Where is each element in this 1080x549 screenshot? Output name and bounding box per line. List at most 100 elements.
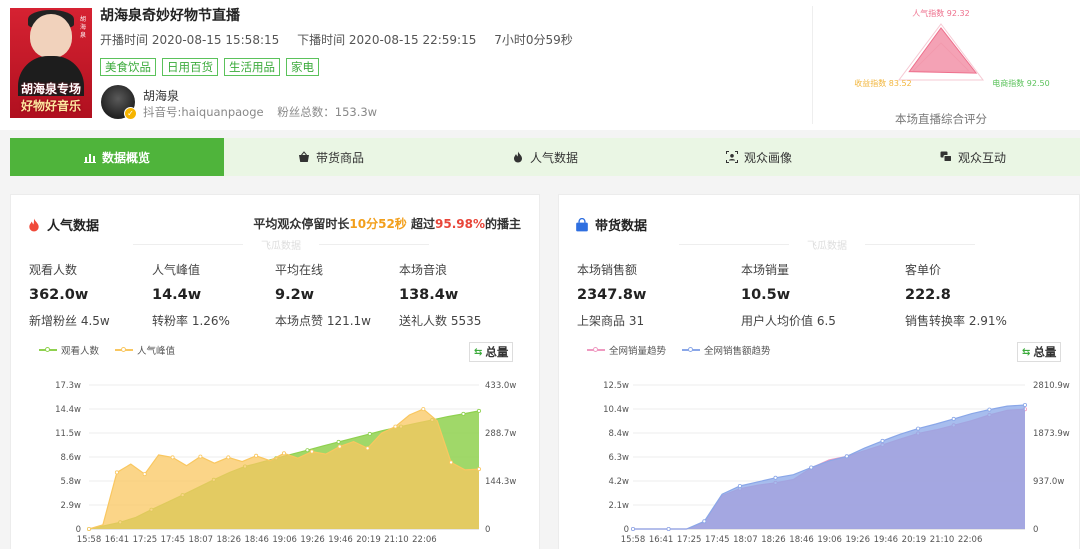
x-tick-label: 21:10: [384, 535, 409, 545]
y-tick-label-right: 288.7w: [485, 429, 516, 439]
category-tag[interactable]: 家电: [286, 58, 319, 76]
x-tick-label: 19:26: [300, 535, 325, 545]
live-cover-image[interactable]: 胡海泉 胡海泉专场 好物好音乐: [10, 8, 92, 118]
x-tick-label: 17:45: [705, 535, 730, 545]
start-time: 开播时间 2020-08-15 15:58:15: [100, 33, 280, 47]
tab-data-overview[interactable]: 数据概览: [10, 138, 224, 176]
metric-label: 人气峰值: [152, 263, 201, 277]
y-tick-label-left: 2.1w: [609, 501, 630, 511]
category-tag[interactable]: 生活用品: [224, 58, 280, 76]
metric-label: 平均在线: [275, 263, 324, 277]
metric-unit-price: 客单价 222.8 销售转换率 2.91%: [905, 261, 1029, 329]
total-button[interactable]: ⇆ 总量: [1017, 342, 1062, 362]
y-tick-label-left: 5.8w: [61, 477, 82, 487]
x-tick-label: 18:46: [789, 535, 814, 545]
data-point: [305, 448, 310, 453]
y-tick-label-right: 0: [1033, 525, 1038, 535]
data-point: [476, 467, 481, 472]
x-tick-label: 20:19: [356, 535, 381, 545]
tab-label: 观众画像: [743, 150, 792, 165]
y-tick-label-left: 8.4w: [609, 429, 630, 439]
data-point: [337, 444, 342, 449]
popularity-card: 人气数据 平均观众停留时长10分52秒 超过95.98%的播主 飞瓜数据 观看人…: [10, 194, 540, 549]
user-portrait-icon: [725, 151, 738, 163]
y-tick-label-left: 17.3w: [55, 381, 81, 391]
metric-sales-amount: 本场销售额 2347.8w 上架商品 31: [577, 261, 701, 329]
watermark-divider: 飞瓜数据: [133, 237, 429, 252]
data-point: [142, 472, 147, 477]
popularity-legend: 观看人数 人气峰值: [39, 343, 175, 357]
data-point: [281, 451, 286, 456]
data-point: [393, 424, 398, 429]
category-tag[interactable]: 日用百货: [162, 58, 218, 76]
data-point: [631, 526, 636, 531]
legend-label: 观看人数: [61, 346, 100, 357]
y-tick-label-left: 11.5w: [55, 429, 81, 439]
tab-popularity[interactable]: 人气数据: [438, 138, 652, 176]
x-tick-label: 16:41: [649, 535, 674, 545]
streamer-name[interactable]: 胡海泉: [143, 87, 179, 104]
data-point: [365, 446, 370, 451]
x-tick-label: 22:06: [958, 535, 983, 545]
stay-suffix: 的播主: [484, 217, 521, 231]
x-tick-label: 18:07: [189, 535, 214, 545]
tab-label: 带货商品: [315, 150, 364, 165]
legend-item[interactable]: 观看人数: [39, 343, 99, 357]
category-tag[interactable]: 美食饮品: [100, 58, 156, 76]
metric-label: 客单价: [905, 263, 942, 277]
data-point: [461, 411, 466, 416]
metric-sub: 新增粉丝 4.5w: [29, 314, 110, 328]
metric-label: 本场音浪: [399, 263, 448, 277]
legend-marker: [115, 346, 134, 352]
x-tick-label: 19:46: [328, 535, 353, 545]
total-label: 总量: [485, 345, 509, 359]
popularity-chart: 0 2.9w 5.8w 8.6w 11.5w 14.4w 17.3w 0 144.3w 288.7…: [55, 381, 516, 545]
legend-item[interactable]: 全网销售额趋势: [682, 343, 771, 357]
x-tick-label: 22:06: [412, 535, 437, 545]
y-tick-label-right: 937.0w: [1033, 477, 1064, 487]
x-tick-label: 15:58: [621, 535, 646, 545]
data-point: [880, 438, 885, 443]
metric-value: 222.8: [905, 287, 951, 303]
x-tick-label: 15:58: [77, 535, 102, 545]
card-title-text: 人气数据: [47, 219, 100, 234]
switch-icon: ⇆: [474, 346, 483, 358]
x-tick-label: 17:45: [161, 535, 186, 545]
tab-bar: 数据概览 带货商品 人气数据 观众画像 观众互动: [10, 138, 1080, 176]
legend-item[interactable]: 人气峰值: [115, 343, 175, 357]
tab-label: 观众互动: [957, 150, 1006, 165]
streamer-info: 抖音号:haiquanpaoge 粉丝总数：153.3w: [143, 104, 387, 120]
data-point: [1022, 403, 1027, 408]
legend-marker: [682, 346, 701, 352]
metric-value: 10.5w: [741, 287, 791, 303]
tab-audience-portrait[interactable]: 观众画像: [652, 138, 866, 176]
tab-label: 数据概览: [101, 150, 150, 165]
metric-label: 观看人数: [29, 263, 78, 277]
legend-item[interactable]: 全网销量趋势: [587, 343, 666, 357]
metric-value: 362.0w: [29, 287, 89, 303]
y-tick-label-left: 0: [624, 525, 629, 535]
total-label: 总量: [1033, 345, 1057, 359]
x-tick-label: 18:26: [217, 535, 242, 545]
tab-audience-interaction[interactable]: 观众互动: [866, 138, 1080, 176]
metric-value: 9.2w: [275, 287, 315, 303]
fans-count: 粉丝总数：153.3w: [277, 105, 378, 119]
live-times: 开播时间 2020-08-15 15:58:15 下播时间 2020-08-15…: [100, 31, 587, 48]
metric-label: 本场销售额: [577, 263, 638, 277]
streamer-avatar[interactable]: ✓: [101, 85, 137, 120]
stay-mid: 超过: [406, 217, 435, 231]
metric-sub: 销售转换率 2.91%: [905, 314, 1007, 328]
total-button[interactable]: ⇆ 总量: [469, 342, 514, 362]
chat-icon: [940, 151, 952, 162]
flame-icon: [513, 151, 522, 163]
tab-products[interactable]: 带货商品: [224, 138, 438, 176]
metric-sub: 上架商品 31: [577, 314, 645, 328]
x-tick-label: 21:10: [930, 535, 955, 545]
y-tick-label-right: 1873.9w: [1033, 429, 1070, 439]
sales-card-title: 带货数据: [575, 215, 647, 234]
popularity-card-title: 人气数据: [27, 215, 99, 234]
x-tick-label: 16:41: [105, 535, 130, 545]
radar-label-income: 收益指数 83.52: [854, 78, 911, 88]
y-tick-label-right: 433.0w: [485, 381, 516, 391]
x-tick-label: 19:26: [845, 535, 870, 545]
